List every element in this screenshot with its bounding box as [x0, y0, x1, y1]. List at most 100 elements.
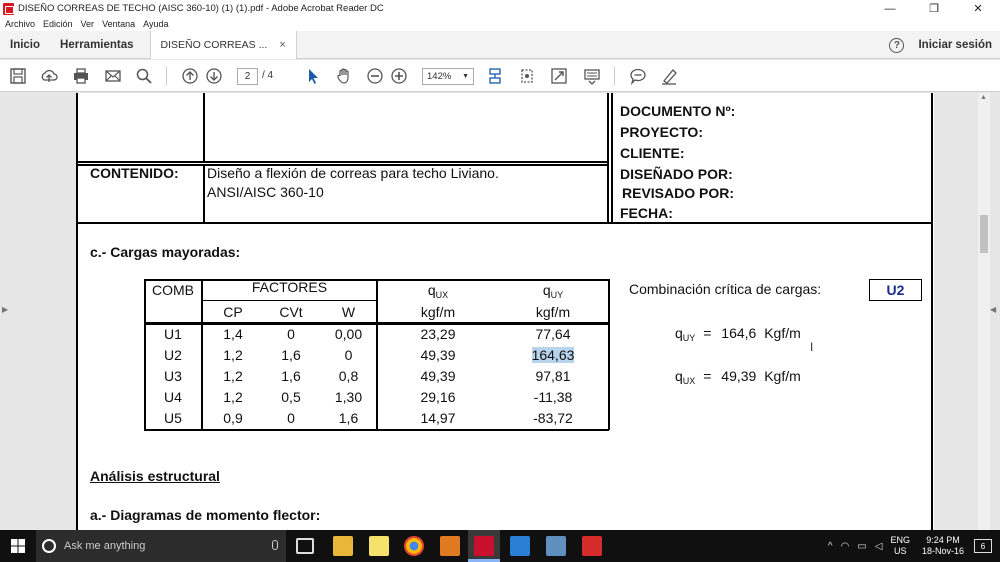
network-icon[interactable]: ◠: [841, 541, 850, 552]
snowflake-app-icon[interactable]: [510, 536, 530, 556]
language-indicator[interactable]: ENG US: [890, 535, 910, 557]
document-viewport[interactable]: ▶ ◀ DOCUMENTO Nº: PROYECTO: CLIENTE: DIS…: [0, 93, 1000, 530]
page-frame-left: [76, 93, 78, 530]
autocad-icon[interactable]: [582, 536, 602, 556]
page-total: / 4: [262, 70, 274, 81]
select-cursor-icon[interactable]: [303, 66, 323, 86]
header-divider-mid: [607, 93, 609, 223]
row-1-cvt: 0: [287, 326, 295, 342]
row-2-quy-highlighted[interactable]: 164,63: [531, 347, 575, 363]
hand-tool-icon[interactable]: [334, 66, 354, 86]
autocad-app-icon[interactable]: [440, 536, 460, 556]
row-2-comb: U2: [164, 347, 182, 363]
language-code: ENG: [890, 535, 910, 545]
acrobat-pdf-icon: [3, 2, 14, 15]
acrobat-reader-task-icon[interactable]: [474, 536, 494, 556]
table-header-rule: [144, 322, 609, 325]
zoom-level-value: 142%: [427, 71, 452, 82]
menu-archivo[interactable]: Archivo: [5, 19, 35, 29]
print-icon[interactable]: [71, 66, 91, 86]
sign-in-link[interactable]: Iniciar sesión: [918, 39, 992, 51]
label-cliente: CLIENTE:: [620, 145, 685, 161]
save-icon[interactable]: [8, 66, 28, 86]
zoom-in-icon[interactable]: [389, 66, 409, 86]
label-fecha: FECHA:: [620, 205, 673, 221]
volume-icon[interactable]: ◁: [875, 541, 883, 552]
highlight-pen-icon[interactable]: [659, 66, 679, 86]
microphone-icon[interactable]: [272, 540, 278, 550]
qux-result-value: 49,39: [721, 368, 757, 384]
menu-ver[interactable]: Ver: [81, 19, 95, 29]
panel-expand-right-icon[interactable]: ◀: [990, 305, 996, 314]
row-5-cp: 0,9: [223, 410, 243, 426]
page-frame-right: [931, 93, 933, 530]
tab-herramientas[interactable]: Herramientas: [50, 31, 144, 59]
critical-combination-value: U2: [869, 279, 922, 301]
quy-symbol: q: [542, 282, 551, 298]
quy-result-subscript: UY: [682, 333, 696, 343]
row-5-cvt: 0: [287, 410, 295, 426]
photos-app-icon[interactable]: [546, 536, 566, 556]
window-controls: — ❐ ✕: [868, 0, 1000, 17]
rotate-page-icon[interactable]: [517, 66, 537, 86]
show-hidden-icons[interactable]: ^: [828, 541, 833, 552]
zoom-level-select[interactable]: 142% ▼: [422, 68, 474, 85]
scroll-mode-icon[interactable]: [485, 66, 505, 86]
header-divider-mid-2: [611, 93, 613, 223]
quy-result-unit: Kgf/m: [764, 325, 801, 341]
email-icon[interactable]: [103, 66, 123, 86]
file-explorer-icon[interactable]: [333, 536, 353, 556]
factores-underline: [201, 300, 376, 301]
read-mode-icon[interactable]: [582, 66, 602, 86]
header-w: W: [341, 304, 356, 320]
label-proyecto: PROYECTO:: [620, 124, 703, 140]
table-col-divider-comb: [201, 279, 203, 430]
scrollbar-thumb[interactable]: [980, 215, 988, 253]
comment-icon[interactable]: [628, 66, 648, 86]
help-icon[interactable]: ?: [889, 37, 905, 53]
contenido-line-2: ANSI/AISC 360-10: [207, 184, 324, 200]
quy-result-value: 164,6: [721, 325, 757, 341]
vertical-scrollbar[interactable]: ▲: [978, 93, 990, 530]
battery-icon[interactable]: ▭: [857, 541, 866, 552]
chrome-icon[interactable]: [404, 536, 424, 556]
notifications-icon[interactable]: 6: [974, 539, 992, 553]
language-region: US: [893, 546, 907, 556]
fit-page-icon[interactable]: [549, 66, 569, 86]
tab-document[interactable]: DISEÑO CORREAS ... ×: [149, 30, 297, 59]
tab-bar: Inicio Herramientas DISEÑO CORREAS ... ×…: [0, 30, 1000, 59]
scroll-up-icon[interactable]: ▲: [980, 94, 987, 101]
restore-button[interactable]: ❐: [912, 0, 956, 17]
header-divider-left: [203, 93, 205, 161]
menu-ayuda[interactable]: Ayuda: [143, 19, 168, 29]
page-number-input[interactable]: [237, 68, 258, 85]
panel-expand-left-icon[interactable]: ▶: [2, 305, 8, 314]
contenido-label: CONTENIDO:: [90, 165, 179, 181]
start-button[interactable]: [0, 530, 36, 562]
qux-symbol: q: [427, 282, 436, 298]
text-cursor-icon: I: [810, 340, 814, 354]
header-qux: qUX: [378, 282, 498, 300]
task-view-icon[interactable]: [296, 538, 314, 554]
tab-inicio[interactable]: Inicio: [0, 31, 50, 59]
header-rule: [76, 161, 609, 163]
toolbar-separator: [166, 67, 167, 85]
clock[interactable]: 9:24 PM 18-Nov-16: [922, 535, 964, 557]
row-3-cvt: 1,6: [281, 368, 301, 384]
close-tab-icon[interactable]: ×: [279, 39, 285, 51]
search-icon[interactable]: [134, 66, 154, 86]
menu-ventana[interactable]: Ventana: [102, 19, 135, 29]
next-page-icon[interactable]: [204, 66, 224, 86]
contenido-line-1: Diseño a flexión de correas para techo L…: [207, 165, 499, 181]
row-1-qux: 23,29: [420, 326, 456, 342]
upload-cloud-icon[interactable]: [39, 66, 59, 86]
row-1-quy: 77,64: [535, 326, 571, 342]
section-a-title: a.- Diagramas de momento flector:: [90, 507, 321, 523]
cortana-search-box[interactable]: Ask me anything: [36, 530, 286, 562]
zoom-out-icon[interactable]: [365, 66, 385, 86]
previous-page-icon[interactable]: [180, 66, 200, 86]
menu-edicion[interactable]: Edición: [43, 19, 73, 29]
close-window-button[interactable]: ✕: [956, 0, 1000, 17]
minimize-button[interactable]: —: [868, 0, 912, 17]
sticky-notes-icon[interactable]: [369, 536, 389, 556]
